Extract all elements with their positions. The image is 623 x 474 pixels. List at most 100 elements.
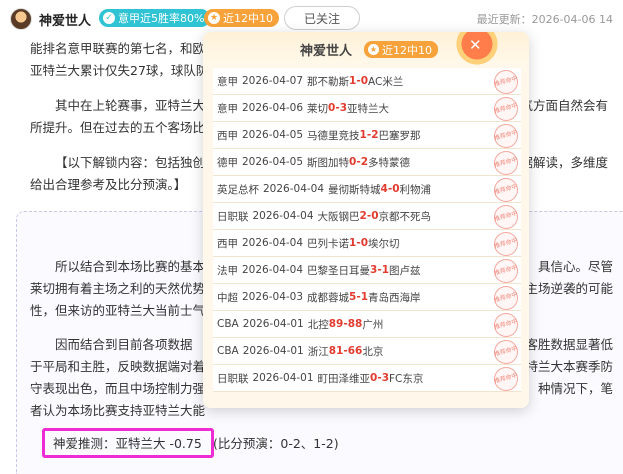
text-line: 所以结合到本场比赛的基本	[55, 259, 206, 274]
win-rate-text: 意甲近5胜率80%	[118, 12, 205, 25]
record-popup: 神爱世人 ★ 近12中10 ✕ 意甲 2026-04-07 那不勒斯 1 - 0 AC米…	[203, 32, 529, 408]
match-home-score: 5	[349, 291, 357, 303]
match-home-score: 0	[328, 102, 336, 114]
match-league: 中超	[217, 291, 238, 304]
author-header: 神爱世人 ✓ 意甲近5胜率80% ★ 近12中10 已关注 最近更新：2026-…	[0, 0, 623, 36]
match-row[interactable]: 日职联 2026-04-01 町田泽维亚 0 - 3 FC东京 推荐命中	[213, 364, 521, 394]
match-away-team: FC东京	[389, 372, 424, 385]
match-home-score: 1	[359, 129, 367, 141]
text-line: 莱切拥有着主场之利的天然优势	[30, 281, 206, 296]
hit-stamp-icon: 推荐命中	[491, 229, 521, 259]
hit-stamp-icon: 推荐命中	[491, 256, 521, 286]
match-home-score: 81	[328, 345, 344, 357]
text-line: 气方面自然会有	[520, 98, 608, 113]
match-home-score: 4	[380, 183, 388, 195]
text-line: 客胜数据显著低	[525, 337, 613, 352]
match-home-score: 1	[349, 237, 357, 249]
follow-button[interactable]: 已关注	[284, 6, 360, 30]
match-home-team: 那不勒斯	[307, 75, 350, 88]
streak-badge[interactable]: ★ 近12中10	[204, 9, 279, 27]
match-date: 2026-04-01	[242, 345, 304, 357]
match-away-score: 3	[339, 102, 348, 114]
match-row[interactable]: 英足总杯 2026-04-04 曼彻斯特城 4 - 0 利物浦 推荐命中	[213, 175, 521, 205]
streak-text: 近12中10	[223, 12, 273, 25]
trophy-icon: ✓	[103, 12, 115, 24]
match-date: 2026-04-06	[242, 102, 304, 114]
win-rate-badge[interactable]: ✓ 意甲近5胜率80%	[99, 9, 211, 27]
hit-stamp-icon: 推荐命中	[491, 364, 521, 394]
match-home-score: 2	[359, 210, 367, 222]
match-record-list: 意甲 2026-04-07 那不勒斯 1 - 0 AC米兰 推荐命中 意甲 2026-04-0…	[213, 67, 521, 394]
author-name[interactable]: 神爱世人	[39, 10, 91, 29]
popup-streak-badge: ★ 近12中10	[364, 41, 438, 58]
match-away-team: 埃尔切	[368, 237, 400, 250]
hit-stamp-icon: 推荐命中	[491, 148, 521, 178]
match-league: 德甲	[217, 156, 238, 169]
match-away-team: 亚特兰大	[347, 102, 390, 115]
match-home-team: 成都蓉城	[307, 291, 350, 304]
star-icon: ★	[208, 12, 220, 24]
match-home-score: 3	[370, 264, 378, 276]
match-date: 2026-04-07	[242, 75, 304, 87]
match-away-score: 3	[381, 372, 390, 384]
score-preview-text: (比分预演：0-2、1-2)	[213, 436, 339, 451]
hit-stamp-icon: 推荐命中	[491, 175, 521, 205]
match-away-score: 1	[381, 264, 390, 276]
match-row[interactable]: CBA 2026-04-01 北控 89 - 88 广州 推荐命中	[213, 310, 521, 340]
star-icon: ★	[368, 44, 379, 55]
match-away-team: 青岛西海岸	[368, 291, 421, 304]
hit-stamp-icon: 推荐命中	[491, 202, 521, 232]
text-line: 【以下解锁内容：包括独创	[55, 155, 206, 170]
text-line: 因而结合到目前各项数据	[55, 337, 193, 352]
match-row[interactable]: 西甲 2026-04-04 巴列卡诺 1 - 0 埃尔切 推荐命中	[213, 229, 521, 259]
match-home-team: 莱切	[307, 102, 329, 115]
match-home-team: 斯图加特	[307, 156, 350, 169]
match-away-score: 2	[371, 129, 379, 141]
match-date: 2026-04-01	[242, 318, 304, 330]
match-away-score: 88	[347, 318, 363, 330]
match-row[interactable]: CBA 2026-04-01 浙江 81 - 66 北京 推荐命中	[213, 337, 521, 367]
match-date: 2026-04-04	[242, 264, 304, 276]
match-home-team: 町田泽维亚	[317, 372, 371, 385]
prediction-text: 神爱推测：亚特兰大 -0.75	[53, 436, 202, 451]
match-home-team: 曼彻斯特城	[328, 183, 381, 196]
match-home-score: 89	[328, 318, 344, 330]
match-home-score: 1	[349, 75, 357, 87]
match-row[interactable]: 西甲 2026-04-05 马德里竞技 1 - 2 巴塞罗那 推荐命中	[213, 121, 521, 151]
match-away-score: 0	[392, 183, 400, 195]
avatar[interactable]	[10, 8, 32, 30]
match-row[interactable]: 意甲 2026-04-07 那不勒斯 1 - 0 AC米兰 推荐命中	[213, 67, 521, 97]
match-away-score: 66	[347, 345, 363, 357]
text-line: 于平局和主胜，反映数据端对着	[30, 359, 206, 374]
match-away-score: 2	[360, 156, 369, 168]
match-league: 西甲	[217, 129, 238, 142]
match-league: 日职联	[217, 372, 249, 385]
hit-stamp-icon: 推荐命中	[491, 310, 521, 340]
match-date: 2026-04-05	[242, 156, 304, 168]
match-away-team: 北京	[362, 345, 384, 358]
match-home-team: 巴黎圣日耳曼	[307, 264, 371, 277]
medal-mark-icon: ✕	[469, 36, 482, 54]
hit-stamp-icon: 推荐命中	[491, 337, 521, 367]
text-line: 特兰大本赛季防	[525, 359, 613, 374]
match-away-score: 0	[360, 75, 369, 87]
match-row[interactable]: 中超 2026-04-03 成都蓉城 5 - 1 青岛西海岸 推荐命中	[213, 283, 521, 313]
match-league: CBA	[217, 345, 239, 357]
match-date: 2026-04-04	[252, 210, 314, 222]
hit-stamp-icon: 推荐命中	[491, 283, 521, 313]
match-league: 法甲	[217, 264, 238, 277]
match-away-team: 巴塞罗那	[378, 129, 421, 142]
match-row[interactable]: 德甲 2026-04-05 斯图加特 0 - 2 多特蒙德 推荐命中	[213, 148, 521, 178]
update-time: 最近更新：2026-04-06 14	[476, 13, 613, 26]
text-line: 具信心。尽管	[537, 259, 613, 274]
text-line: 种情况下，笔	[537, 381, 613, 396]
match-home-team: 大阪钢巴	[317, 210, 360, 223]
match-date: 2026-04-03	[242, 291, 304, 303]
hit-stamp-icon: 推荐命中	[491, 67, 521, 97]
match-away-team: 多特蒙德	[368, 156, 411, 169]
match-away-score: 0	[360, 237, 369, 249]
match-row[interactable]: 法甲 2026-04-04 巴黎圣日耳曼 3 - 1 图卢兹 推荐命中	[213, 256, 521, 286]
match-away-team: AC米兰	[368, 75, 404, 88]
match-row[interactable]: 日职联 2026-04-04 大阪钢巴 2 - 0 京都不死鸟 推荐命中	[213, 202, 521, 232]
match-row[interactable]: 意甲 2026-04-06 莱切 0 - 3 亚特兰大 推荐命中	[213, 94, 521, 124]
